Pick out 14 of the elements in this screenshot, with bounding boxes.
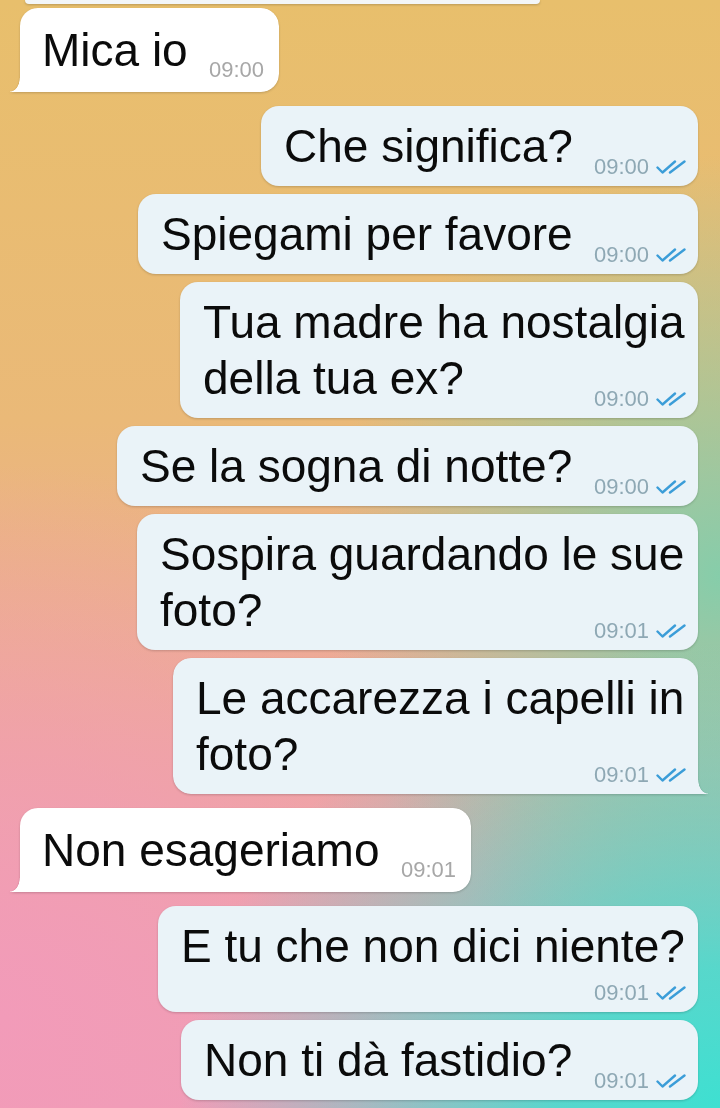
message-text: Non ti dà fastidio? bbox=[204, 1032, 573, 1088]
message-time: 09:00 bbox=[208, 61, 264, 79]
message-text: Che significa? bbox=[284, 119, 573, 174]
message-time: 09:01 bbox=[593, 983, 649, 1002]
message-time: 09:00 bbox=[593, 246, 649, 264]
message-text: E tu che non dici niente? bbox=[181, 918, 685, 974]
message-text: Non esageriamo bbox=[42, 822, 380, 878]
message-text: Se la sogna di notte? bbox=[140, 439, 573, 494]
message-time: 09:00 bbox=[593, 158, 649, 176]
message-time: 09:00 bbox=[593, 478, 649, 496]
message-time: 09:01 bbox=[400, 860, 456, 879]
message-text: Spiegami per favore bbox=[161, 207, 573, 262]
message-text: Mica io bbox=[42, 23, 188, 78]
message-time: 09:01 bbox=[593, 1071, 649, 1090]
